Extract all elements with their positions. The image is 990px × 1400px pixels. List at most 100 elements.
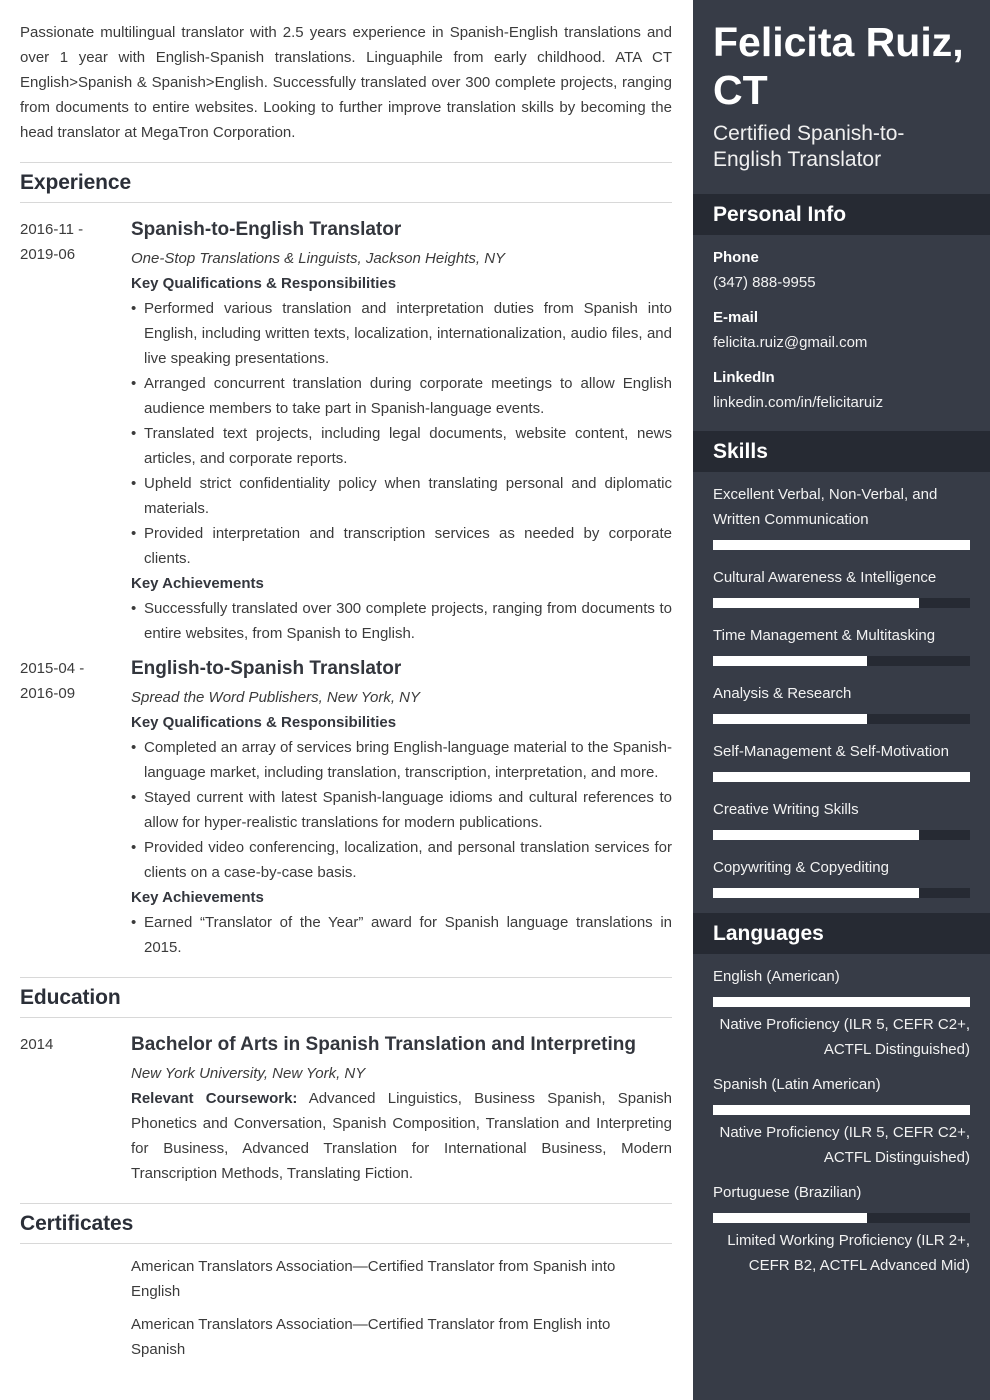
- company-name: Spread the Word Publishers, New York, NY: [131, 689, 421, 706]
- candidate-name: Felicita Ruiz, CT: [713, 19, 964, 113]
- skill-level-bar: [713, 830, 970, 840]
- responsibility-item: Performed various translation and interp…: [131, 296, 672, 371]
- responsibilities-label: Key Qualifications & Responsibilities: [131, 275, 397, 292]
- coursework-label: Relevant Coursework:: [131, 1090, 298, 1107]
- responsibility-item: Translated text projects, including lega…: [131, 421, 672, 471]
- language-level-fill: [713, 997, 970, 1007]
- responsibility-item: Stayed current with latest Spanish-langu…: [131, 785, 672, 835]
- skill-item: Analysis & Research: [693, 681, 990, 724]
- language-name: Spanish (Latin American): [713, 1076, 881, 1093]
- skill-level-fill: [713, 540, 970, 550]
- certificates-heading: Certificates: [20, 1203, 672, 1244]
- experience-title: Experience: [20, 170, 132, 194]
- skill-level-fill: [713, 656, 868, 666]
- languages-list: English (American) Native Proficiency (IL…: [693, 964, 990, 1278]
- skill-level-bar: [713, 714, 970, 724]
- responsibilities-list: Performed various translation and interp…: [131, 296, 672, 571]
- education-heading: Education: [20, 977, 672, 1018]
- responsibility-item: Provided video conferencing, localizatio…: [131, 835, 672, 885]
- skills-title: Skills: [713, 439, 768, 463]
- languages-title: Languages: [713, 921, 824, 945]
- responsibilities-list: Completed an array of services bring Eng…: [131, 735, 672, 885]
- experience-body: Spanish-to-English Translator One-Stop Tr…: [131, 217, 672, 646]
- skill-level-fill: [713, 830, 919, 840]
- experience-list: 2016-11 - 2019-06 Spanish-to-English Trans…: [20, 217, 672, 960]
- language-name: English (American): [713, 968, 840, 985]
- certificate-item: American Translators Association—Certifi…: [131, 1258, 616, 1300]
- achievement-item: Earned “Translator of the Year” award fo…: [131, 910, 672, 960]
- coursework: Relevant Coursework: Advanced Linguistic…: [131, 1086, 672, 1186]
- sidebar: Felicita Ruiz, CT Certified Spanish-to-E…: [693, 0, 990, 1400]
- skill-name: Cultural Awareness & Intelligence: [713, 569, 937, 586]
- skill-level-bar: [713, 598, 970, 608]
- email-label: E-mail: [713, 309, 759, 326]
- school-name: New York University, New York, NY: [131, 1065, 366, 1082]
- skill-item: Self-Management & Self-Motivation: [693, 739, 990, 782]
- certificate-item: American Translators Association—Certifi…: [131, 1316, 611, 1358]
- skill-item: Creative Writing Skills: [693, 797, 990, 840]
- responsibility-item: Completed an array of services bring Eng…: [131, 735, 672, 785]
- skill-level-fill: [713, 598, 919, 608]
- date-end: 2019-06: [20, 246, 76, 263]
- skill-name: Analysis & Research: [713, 685, 852, 702]
- education-entry: 2014 Bachelor of Arts in Spanish Transla…: [20, 1032, 672, 1186]
- skill-name: Time Management & Multitasking: [713, 627, 936, 644]
- email-value: felicita.ruiz@gmail.com: [713, 334, 868, 351]
- education-title: Education: [20, 985, 121, 1009]
- skill-name: Creative Writing Skills: [713, 801, 859, 818]
- phone-value: (347) 888-9955: [713, 274, 816, 291]
- date-end: 2016-09: [20, 685, 76, 702]
- summary: Passionate multilingual translator with …: [20, 24, 672, 141]
- certificates-title: Certificates: [20, 1211, 134, 1235]
- language-level-bar: [713, 1105, 970, 1115]
- experience-entry: 2015-04 - 2016-09 English-to-Spanish Trans…: [20, 656, 672, 960]
- phone-label: Phone: [713, 249, 759, 266]
- skill-level-fill: [713, 772, 970, 782]
- language-item: Portuguese (Brazilian) Limited Working Pr…: [693, 1180, 990, 1278]
- responsibility-item: Arranged concurrent translation during c…: [131, 371, 672, 421]
- skill-level-bar: [713, 656, 970, 666]
- skill-item: Time Management & Multitasking: [693, 623, 990, 666]
- skill-item: Copywriting & Copyediting: [693, 855, 990, 898]
- main-column: Passionate multilingual translator with …: [20, 0, 672, 1370]
- skill-item: Excellent Verbal, Non-Verbal, and Writte…: [693, 482, 990, 550]
- achievements-label: Key Achievements: [131, 889, 264, 906]
- skill-item: Cultural Awareness & Intelligence: [693, 565, 990, 608]
- language-level-fill: [713, 1105, 970, 1115]
- language-proficiency: Limited Working Proficiency (ILR 2+, CEF…: [727, 1232, 970, 1274]
- skill-name: Self-Management & Self-Motivation: [713, 743, 949, 760]
- languages-heading: Languages: [693, 913, 990, 954]
- linkedin-label: LinkedIn: [713, 369, 775, 386]
- achievement-item: Successfully translated over 300 complet…: [131, 596, 672, 646]
- certificates-list: American Translators Association—Certifi…: [131, 1254, 672, 1362]
- skill-name: Copywriting & Copyediting: [713, 859, 889, 876]
- language-name: Portuguese (Brazilian): [713, 1184, 862, 1201]
- language-level-bar: [713, 1213, 970, 1223]
- experience-date: 2015-04 - 2016-09: [20, 656, 131, 960]
- achievements-list: Successfully translated over 300 complet…: [131, 596, 672, 646]
- language-item: English (American) Native Proficiency (IL…: [693, 964, 990, 1062]
- candidate-role: Certified Spanish-to-English Translator: [713, 122, 905, 171]
- date-start: 2015-04 -: [20, 660, 85, 677]
- job-title: English-to-Spanish Translator: [131, 658, 402, 679]
- personal-info-heading: Personal Info: [693, 194, 990, 235]
- skills-heading: Skills: [693, 431, 990, 472]
- language-level-bar: [713, 997, 970, 1007]
- language-level-fill: [713, 1213, 868, 1223]
- achievements-list: Earned “Translator of the Year” award fo…: [131, 910, 672, 960]
- experience-entry: 2016-11 - 2019-06 Spanish-to-English Trans…: [20, 217, 672, 646]
- experience-date: 2016-11 - 2019-06: [20, 217, 131, 646]
- language-item: Spanish (Latin American) Native Proficien…: [693, 1072, 990, 1170]
- responsibility-item: Upheld strict confidentiality policy whe…: [131, 471, 672, 521]
- skill-level-bar: [713, 888, 970, 898]
- job-title: Spanish-to-English Translator: [131, 219, 402, 240]
- date-start: 2016-11 -: [20, 221, 84, 238]
- skill-level-bar: [713, 540, 970, 550]
- personal-info-title: Personal Info: [713, 202, 847, 226]
- personal-info: Phone (347) 888-9955 E-mail felicita.rui…: [693, 245, 990, 415]
- skill-level-bar: [713, 772, 970, 782]
- skill-level-fill: [713, 888, 919, 898]
- skill-name: Excellent Verbal, Non-Verbal, and Writte…: [713, 486, 938, 528]
- language-proficiency: Native Proficiency (ILR 5, CEFR C2+, ACT…: [719, 1016, 971, 1058]
- linkedin-value: linkedin.com/in/felicitaruiz: [713, 394, 884, 411]
